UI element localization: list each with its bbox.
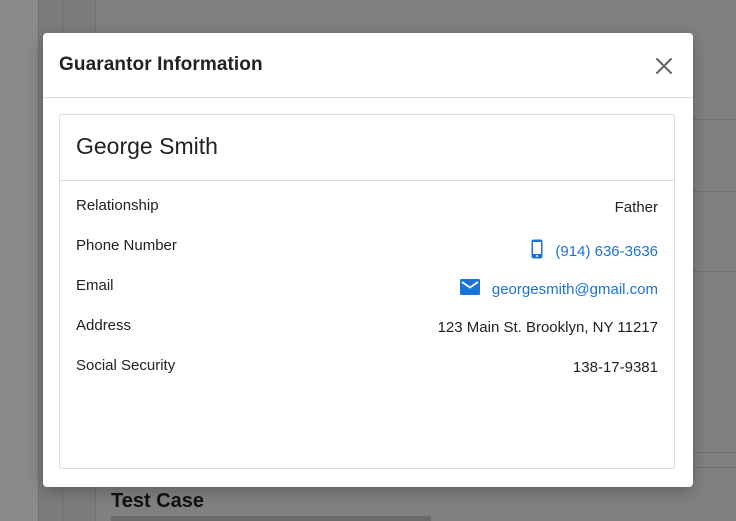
- divider: [38, 0, 39, 521]
- guarantor-name: George Smith: [76, 133, 218, 159]
- field-row-relationship: Relationship Father: [76, 197, 658, 219]
- relationship-value: Father: [615, 199, 658, 216]
- phone-value: (914) 636-3636: [555, 242, 658, 260]
- relationship-value-text: Father: [614, 199, 658, 216]
- close-button[interactable]: [653, 55, 675, 77]
- modal-title: Guarantor Information: [59, 54, 263, 75]
- ssn-value-text: 138-17-9381: [572, 359, 658, 376]
- email-link[interactable]: georgesmith@gmail.com: [459, 279, 658, 299]
- phone-label: Phone Number: [76, 237, 177, 254]
- email-value: georgesmith@gmail.com: [491, 280, 658, 298]
- guarantor-card: George Smith Relationship Father Phone N…: [59, 114, 675, 469]
- field-row-email: Email georgesmith@gmail.com: [76, 277, 658, 299]
- background-subtitle-line: [111, 516, 431, 521]
- relationship-label: Relationship: [76, 197, 159, 214]
- card-header: George Smith: [60, 115, 674, 181]
- background-sidebar: [0, 0, 38, 521]
- field-row-ssn: Social Security 138-17-9381: [76, 357, 658, 379]
- divider: [693, 119, 736, 120]
- divider: [693, 271, 736, 272]
- phone-link[interactable]: (914) 636-3636: [531, 239, 658, 263]
- ssn-label: Social Security: [76, 357, 176, 374]
- mobile-phone-icon: [531, 239, 543, 263]
- address-value-text: 123 Main St. Brooklyn, NY 11217: [437, 319, 658, 336]
- field-row-phone: Phone Number (914) 636-3636: [76, 237, 658, 260]
- envelope-icon: [459, 279, 480, 299]
- ssn-value: 138-17-9381: [573, 359, 658, 376]
- email-label: Email: [76, 277, 114, 294]
- close-icon: [656, 58, 672, 74]
- modal-header: Guarantor Information: [43, 33, 693, 98]
- address-value: 123 Main St. Brooklyn, NY 11217: [438, 319, 658, 336]
- field-row-address: Address 123 Main St. Brooklyn, NY 11217: [76, 317, 658, 339]
- address-label: Address: [76, 317, 132, 334]
- divider: [693, 191, 736, 192]
- background-section-title: Test Case: [111, 490, 205, 512]
- guarantor-modal: Guarantor Information George Smith Relat…: [43, 33, 693, 487]
